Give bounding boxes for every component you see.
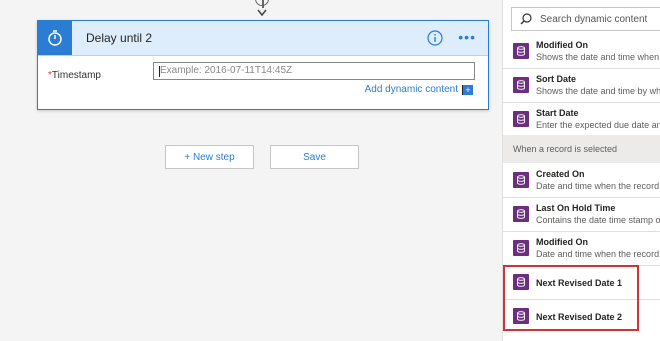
timestamp-input[interactable]: Example: 2016-07-11T14:45Z [153,62,475,80]
item-desc: Shows the date and time when [536,52,660,62]
item-title: Created On [536,169,585,179]
add-dynamic-label: Add dynamic content [364,84,458,95]
database-icon [513,172,529,188]
item-desc: Date and time when the record [536,249,660,259]
item-title: Sort Date [536,74,577,84]
highlight-box [503,265,639,331]
timer-icon [38,21,72,55]
database-icon [513,240,529,256]
info-icon[interactable] [427,30,443,46]
field-label-text: Timestamp [51,70,101,81]
item-desc: Contains the date time stamp o [536,215,660,225]
more-options-icon[interactable]: ••• [458,30,476,44]
add-dynamic-content-link[interactable]: Add dynamic content + [365,84,473,95]
timestamp-placeholder: Example: 2016-07-11T14:45Z [160,65,293,76]
card-header[interactable]: Delay until 2 ••• [38,21,488,56]
search-input[interactable]: Search dynamic content [511,7,660,31]
item-desc: Enter the expected due date an [536,120,660,130]
item-desc: Shows the date and time by wh [536,86,660,96]
search-icon [520,13,532,25]
list-item[interactable]: Created On Date and time when the record [503,164,660,198]
save-button[interactable]: Save [270,145,359,169]
list-item[interactable]: Last On Hold Time Contains the date time… [503,198,660,232]
add-dynamic-plus-icon: + [462,84,473,95]
list-item[interactable]: Sort Date Shows the date and time by wh [503,69,660,103]
item-title: Start Date [536,108,579,118]
database-icon [513,43,529,59]
list-item[interactable]: Modified On Date and time when the recor… [503,232,660,266]
search-placeholder: Search dynamic content [540,13,648,25]
timestamp-label: *Timestamp [48,65,101,83]
list-item[interactable]: Start Date Enter the expected due date a… [503,103,660,137]
new-step-button[interactable]: + New step [165,145,254,169]
database-icon [513,111,529,127]
item-title: Last On Hold Time [536,203,616,213]
card-title[interactable]: Delay until 2 [86,31,152,45]
section-header[interactable]: When a record is selected [503,135,660,163]
arrow-down-icon [257,9,267,17]
item-title: Modified On [536,40,588,50]
list-item[interactable]: Modified On Shows the date and time when [503,35,660,69]
search-area: Search dynamic content [503,0,660,38]
database-icon [513,206,529,222]
database-icon [513,77,529,93]
item-title: Modified On [536,237,588,247]
delay-until-card: Delay until 2 ••• *Timestamp Example: 20… [37,20,489,110]
item-desc: Date and time when the record [536,181,660,191]
